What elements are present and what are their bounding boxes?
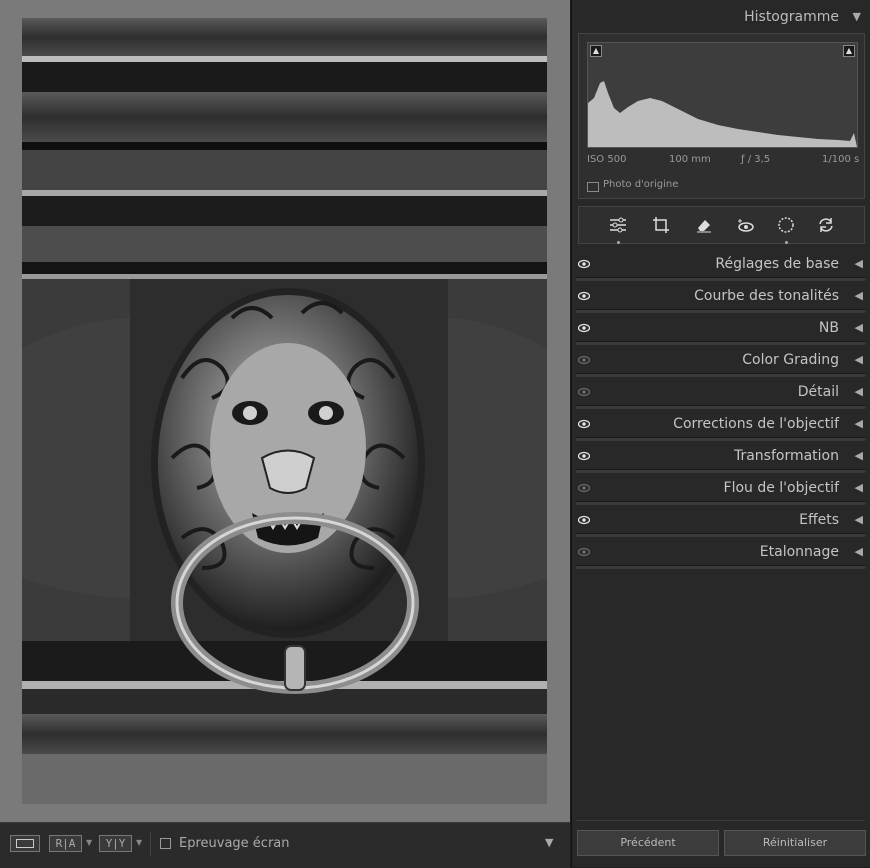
- panel-section[interactable]: NB ◀: [576, 313, 865, 345]
- expand-arrow-icon[interactable]: ◀: [855, 353, 863, 366]
- original-photo-checkbox[interactable]: [587, 182, 599, 192]
- heal-tool[interactable]: [692, 213, 716, 237]
- toolbar-divider: [150, 832, 151, 856]
- edit-sliders-tool[interactable]: [606, 213, 630, 244]
- eye-icon[interactable]: [578, 515, 590, 525]
- crop-icon: [653, 217, 669, 233]
- panel-section[interactable]: Etalonnage ◀: [576, 537, 865, 569]
- before-after-lr-button[interactable]: R|A: [49, 835, 82, 852]
- before-after-lr-dropdown-icon[interactable]: ▼: [86, 838, 92, 847]
- redeye-tool[interactable]: [734, 213, 758, 237]
- section-label: Color Grading: [742, 352, 839, 368]
- panel-section[interactable]: Color Grading ◀: [576, 345, 865, 377]
- softproof-checkbox[interactable]: [160, 838, 171, 849]
- section-label: NB: [818, 320, 839, 336]
- active-dot: [785, 241, 788, 244]
- develop-panel: Histogramme ▼ ▲ ▲ ISO 500 100 mm ƒ / 3,5…: [571, 0, 870, 867]
- masking-tool[interactable]: [774, 213, 798, 244]
- eye-icon[interactable]: [578, 259, 590, 269]
- softproof-label: Epreuvage écran: [179, 836, 290, 851]
- single-view-icon: [16, 839, 34, 848]
- collapse-triangle-icon[interactable]: ▼: [853, 10, 861, 23]
- panel-section[interactable]: Réglages de base ◀: [576, 249, 865, 281]
- active-dot: [617, 241, 620, 244]
- exif-focal-length: 100 mm: [669, 154, 711, 165]
- section-label: Etalonnage: [759, 544, 839, 560]
- section-label: Effets: [799, 512, 839, 528]
- histogram-curve: [588, 81, 857, 147]
- photo-door-knocker[interactable]: [22, 18, 547, 804]
- exif-iso: ISO 500: [587, 154, 627, 165]
- expand-arrow-icon[interactable]: ◀: [855, 449, 863, 462]
- eye-icon[interactable]: [578, 451, 590, 461]
- histogram-title[interactable]: Histogramme: [744, 9, 839, 25]
- expand-arrow-icon[interactable]: ◀: [855, 481, 863, 494]
- triangle-icon: ▲: [592, 46, 600, 55]
- toolbar-menu-icon[interactable]: ▼: [545, 836, 553, 849]
- eye-icon[interactable]: [578, 291, 590, 301]
- eye-icon[interactable]: [578, 387, 590, 397]
- expand-arrow-icon[interactable]: ◀: [855, 289, 863, 302]
- loupe-view-button[interactable]: [10, 835, 40, 852]
- histogram-graph[interactable]: ▲ ▲: [587, 42, 858, 148]
- sliders-icon: [610, 217, 626, 233]
- tool-strip: [578, 206, 865, 244]
- triangle-icon: ▲: [845, 46, 853, 55]
- panel-section[interactable]: Effets ◀: [576, 505, 865, 537]
- section-label: Corrections de l'objectif: [673, 416, 839, 432]
- section-divider: [576, 565, 865, 569]
- histogram-box: ▲ ▲ ISO 500 100 mm ƒ / 3,5 1/100 s Photo…: [578, 33, 865, 199]
- panel-section[interactable]: Corrections de l'objectif ◀: [576, 409, 865, 441]
- lion-knocker-image: [22, 18, 547, 804]
- eye-icon[interactable]: [578, 547, 590, 557]
- panel-section[interactable]: Courbe des tonalités ◀: [576, 281, 865, 313]
- eye-icon[interactable]: [578, 355, 590, 365]
- section-label: Flou de l'objectif: [723, 480, 839, 496]
- eye-icon[interactable]: [578, 483, 590, 493]
- panel-section[interactable]: Détail ◀: [576, 377, 865, 409]
- before-after-tb-dropdown-icon[interactable]: ▼: [136, 838, 142, 847]
- eye-icon[interactable]: [578, 323, 590, 333]
- crop-tool[interactable]: [649, 213, 673, 237]
- section-label: Courbe des tonalités: [694, 288, 839, 304]
- before-after-tb-button[interactable]: Y|Y: [99, 835, 132, 852]
- expand-arrow-icon[interactable]: ◀: [855, 321, 863, 334]
- expand-arrow-icon[interactable]: ◀: [855, 257, 863, 270]
- previous-button[interactable]: Précédent: [577, 830, 719, 856]
- expand-arrow-icon[interactable]: ◀: [855, 513, 863, 526]
- expand-arrow-icon[interactable]: ◀: [855, 385, 863, 398]
- reset-icon: [819, 218, 833, 232]
- reset-button[interactable]: Réinitialiser: [724, 830, 866, 856]
- panel-section[interactable]: Transformation ◀: [576, 441, 865, 473]
- image-viewer: [0, 0, 570, 822]
- exif-shutter: 1/100 s: [822, 154, 860, 165]
- highlight-clipping-button[interactable]: ▲: [843, 45, 855, 57]
- section-label: Transformation: [733, 448, 839, 464]
- shadow-clipping-button[interactable]: ▲: [590, 45, 602, 57]
- panel-footer-divider: [576, 820, 865, 821]
- mask-icon: [778, 217, 794, 233]
- eraser-icon: [697, 220, 711, 233]
- eye-icon[interactable]: [578, 419, 590, 429]
- section-label: Réglages de base: [715, 256, 839, 272]
- section-label: Détail: [797, 384, 839, 400]
- original-photo-label: Photo d'origine: [603, 179, 679, 190]
- panel-section[interactable]: Flou de l'objectif ◀: [576, 473, 865, 505]
- exif-aperture: ƒ / 3,5: [741, 154, 771, 165]
- expand-arrow-icon[interactable]: ◀: [855, 545, 863, 558]
- reset-tool[interactable]: [814, 213, 838, 237]
- expand-arrow-icon[interactable]: ◀: [855, 417, 863, 430]
- redeye-icon: [738, 219, 754, 232]
